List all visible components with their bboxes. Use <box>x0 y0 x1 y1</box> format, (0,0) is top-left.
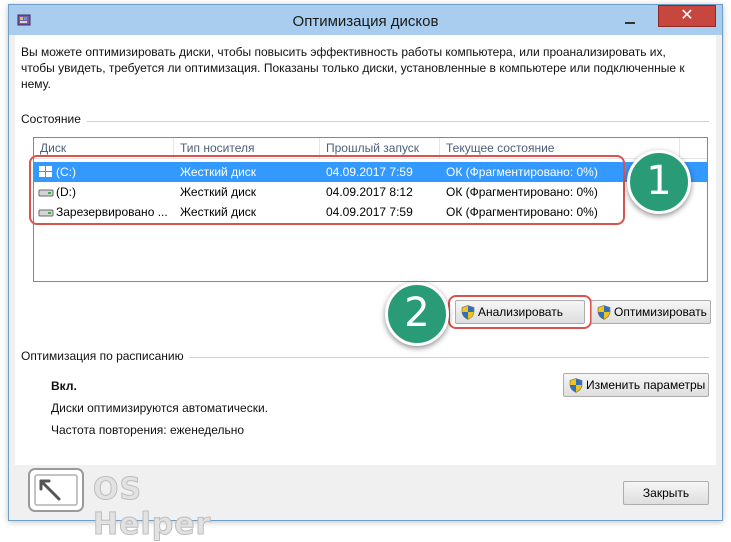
os-helper-watermark: OS Helper <box>27 467 267 542</box>
optimize-button[interactable]: Оптимизировать <box>591 300 711 324</box>
status-section-label: Состояние <box>21 112 87 126</box>
status-divider <box>21 121 709 122</box>
analyze-button-label: Анализировать <box>478 305 563 319</box>
annotation-marker-2: 2 <box>385 282 449 346</box>
uac-shield-icon <box>569 378 583 393</box>
schedule-frequency-text: Частота повторения: еженедельно <box>51 423 245 437</box>
change-settings-label: Изменить параметры <box>586 378 706 392</box>
annotation-ring-drives <box>29 155 625 225</box>
disk-optimization-window: Оптимизация дисков ✕ Вы можете оптимизир… <box>8 4 723 542</box>
schedule-auto-text: Диски оптимизируются автоматически. <box>51 401 269 415</box>
analyze-button[interactable]: Анализировать <box>455 300 585 324</box>
description-text: Вы можете оптимизировать диски, чтобы по… <box>21 45 685 91</box>
uac-shield-icon <box>461 305 475 320</box>
optimize-button-label: Оптимизировать <box>614 305 707 319</box>
window-close-button[interactable]: ✕ <box>658 5 716 27</box>
uac-shield-icon <box>597 305 611 320</box>
main-content: Вы можете оптимизировать диски, чтобы по… <box>15 35 716 542</box>
schedule-state: Вкл. <box>51 379 77 393</box>
schedule-section-label: Оптимизация по расписанию <box>21 349 190 363</box>
close-button[interactable]: Закрыть <box>623 481 709 505</box>
title-bar[interactable]: Оптимизация дисков ✕ <box>9 5 722 35</box>
minimize-icon <box>625 22 635 24</box>
minimize-button[interactable] <box>616 10 644 30</box>
annotation-marker-1: 1 <box>627 150 691 214</box>
change-settings-button[interactable]: Изменить параметры <box>563 373 709 397</box>
